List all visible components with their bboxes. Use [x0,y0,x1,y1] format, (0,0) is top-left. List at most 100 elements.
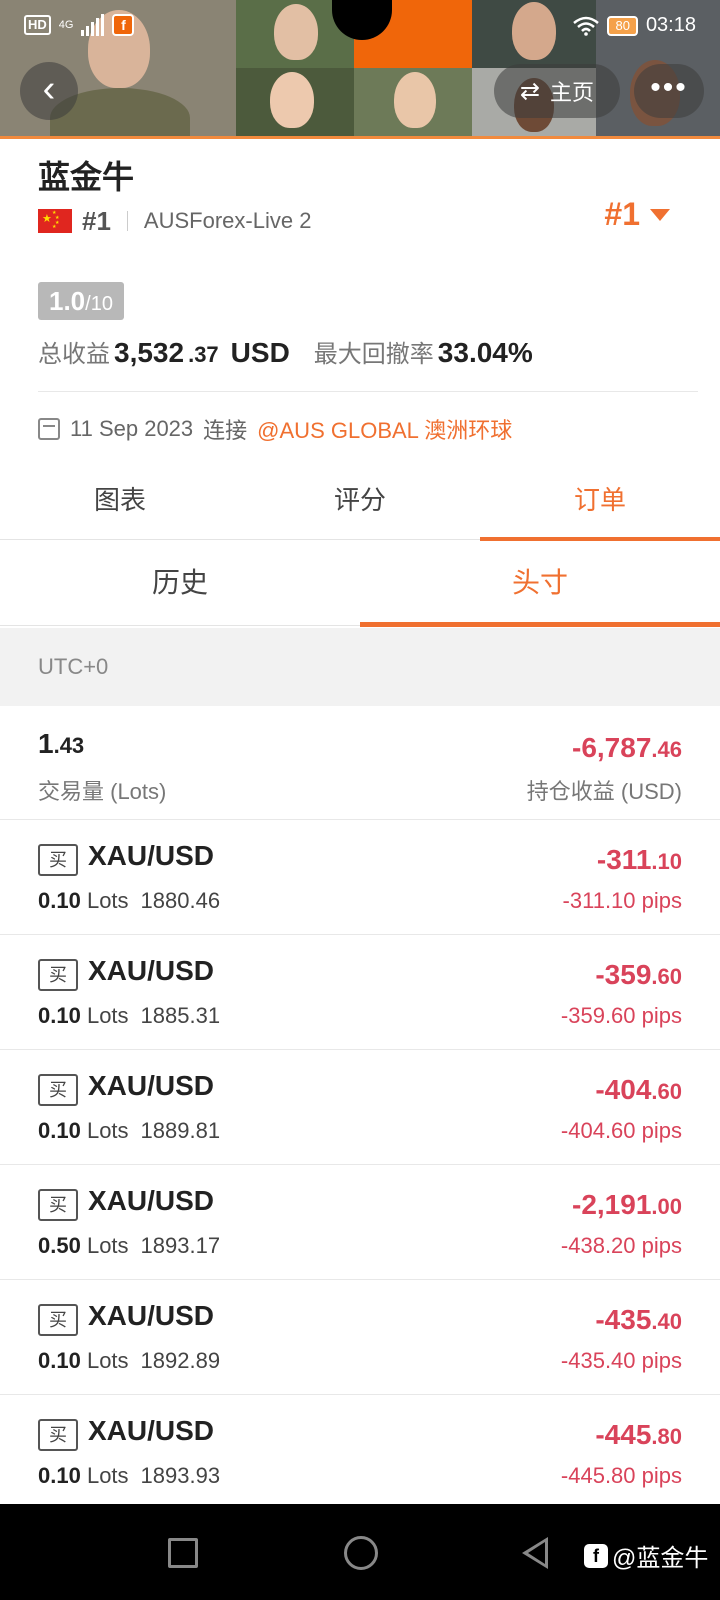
volume-label: 交易量 (Lots) [38,779,167,804]
open-price: 1892.89 [140,1348,221,1373]
home-nav-button[interactable] [344,1536,378,1570]
pnl-int: -445 [595,1419,652,1450]
tab-chart[interactable]: 图表 [0,462,240,539]
app-notification-icon: f [112,14,135,36]
pnl-value: -404.60 [595,1074,682,1106]
more-button[interactable]: ••• [634,64,704,118]
home-button[interactable]: ⇄ 主页 [494,64,620,118]
divider [126,211,128,231]
open-price: 1893.93 [140,1463,221,1488]
symbol: XAU/USD [88,955,215,986]
watermark: f @蓝金牛 [584,1538,708,1573]
calendar-icon [38,418,60,440]
symbol: XAU/USD [88,1300,215,1331]
max-drawdown-value: 33.04% [437,337,533,368]
battery-icon: 80 [607,15,638,36]
connect-row: 11 Sep 2023 连接 @AUS GLOBAL 澳洲环球 [38,412,512,446]
lots-unit: Lots [86,1233,129,1258]
trader-name: 蓝金牛 [38,159,135,195]
pips-value: -311.10 pips [562,888,682,913]
positions-summary: 1.43 交易量 (Lots) -6,787.46 持仓收益 (USD) [0,706,720,820]
pnl-dec: .40 [651,1309,682,1334]
lots-unit: Lots [86,1118,129,1143]
position-pnl-int: -6,787 [572,732,652,763]
hd-indicator: HD [24,15,51,35]
total-profit-dec: .37 [188,342,219,367]
score-badge: 1.0 /10 [38,282,124,320]
chevron-left-icon: ‹ [42,68,56,110]
signal-icon [81,14,105,36]
pnl-int: -435 [595,1304,652,1335]
lots-value: 0.10 [38,1003,81,1028]
position-row[interactable]: 买 XAU/USD 0.50 Lots 1893.17 -2,191.00 -43… [0,1165,720,1280]
main-tabs: 图表 评分 订单 [0,462,720,541]
buy-tag: 买 [38,1419,78,1451]
lots-info: 0.10 Lots 1889.81 [38,1118,220,1144]
server-name: AUSForex-Live 2 [143,208,312,233]
position-pnl-label: 持仓收益 (USD) [526,779,682,804]
clock: 03:18 [645,14,696,36]
subtab-positions[interactable]: 头寸 [360,542,720,627]
status-bar: HD 4G f 80 03:18 [0,0,720,54]
position-row[interactable]: 买 XAU/USD 0.10 Lots 1885.31 -359.60 -359.… [0,935,720,1050]
lots-unit: Lots [86,888,129,913]
home-label: 主页 [550,80,595,105]
buy-tag: 买 [38,844,78,876]
tab-orders[interactable]: 订单 [480,462,720,541]
total-profit-label: 总收益 [38,341,110,368]
position-row[interactable]: 买 XAU/USD 0.10 Lots 1893.93 -445.80 -445.… [0,1395,720,1510]
tab-rating[interactable]: 评分 [240,462,480,539]
broker-link[interactable]: @AUS GLOBAL 澳洲环球 [257,413,512,445]
buy-tag: 买 [38,1074,78,1106]
header-divider [0,136,720,139]
lots-unit: Lots [86,1348,129,1373]
avatar-photo-4 [354,68,472,136]
volume-int: 1 [38,728,54,759]
connect-date: 11 Sep 2023 [70,416,194,441]
pnl-dec: .60 [651,1079,682,1104]
rank-row: ★ ★ ★ ★ ★ #1 AUSForex-Live 2 [38,204,311,238]
system-nav-bar: f @蓝金牛 [0,1504,720,1600]
stats-row: 总收益 3,532.37 USD 最大回撤率 33.04% [38,334,533,369]
rank-label: #1 [82,205,111,236]
score-max: /10 [85,293,113,315]
pnl-dec: .00 [651,1194,682,1219]
position-row[interactable]: 买 XAU/USD 0.10 Lots 1892.89 -435.40 -435.… [0,1280,720,1395]
position-pnl-dec: .46 [651,737,682,762]
more-dots-icon: ••• [650,71,688,104]
china-flag-icon: ★ ★ ★ ★ ★ [38,209,72,233]
position-pnl-value: -6,787.46 [572,732,682,764]
timezone-bar: UTC+0 [0,628,720,706]
pips-value: -438.20 pips [560,1233,682,1258]
pips-value: -445.80 pips [560,1463,682,1488]
pips-value: -359.60 pips [560,1003,682,1028]
total-profit-unit: USD [230,337,290,368]
buy-tag: 买 [38,1189,78,1221]
recent-apps-button[interactable] [168,1538,198,1568]
lots-info: 0.10 Lots 1880.46 [38,888,220,914]
watermark-logo-icon: f [584,1543,608,1568]
connect-label: 连接 [203,418,248,443]
pnl-dec: .10 [651,849,682,874]
back-button[interactable]: ‹ [20,62,78,120]
open-price: 1889.81 [140,1118,221,1143]
rank-dropdown[interactable]: #1 [604,196,670,233]
order-subtabs: 历史 头寸 [0,542,720,627]
symbol: XAU/USD [88,1185,215,1216]
pnl-value: -2,191.00 [572,1189,682,1221]
positions-list: 买 XAU/USD 0.10 Lots 1880.46 -311.10 -311.… [0,820,720,1510]
symbol: XAU/USD [88,1415,215,1446]
volume-value: 1.43 [38,728,84,760]
max-drawdown-label: 最大回撤率 [313,341,434,368]
position-row[interactable]: 买 XAU/USD 0.10 Lots 1880.46 -311.10 -311.… [0,820,720,935]
lots-info: 0.10 Lots 1892.89 [38,1348,220,1374]
section-divider [38,391,698,392]
back-nav-button[interactable] [522,1537,548,1569]
pnl-int: -2,191 [572,1189,652,1220]
lots-value: 0.10 [38,1348,81,1373]
open-price: 1880.46 [140,888,221,913]
position-row[interactable]: 买 XAU/USD 0.10 Lots 1889.81 -404.60 -404.… [0,1050,720,1165]
lots-value: 0.10 [38,1463,81,1488]
lots-value: 0.50 [38,1233,81,1258]
subtab-history[interactable]: 历史 [0,542,360,625]
